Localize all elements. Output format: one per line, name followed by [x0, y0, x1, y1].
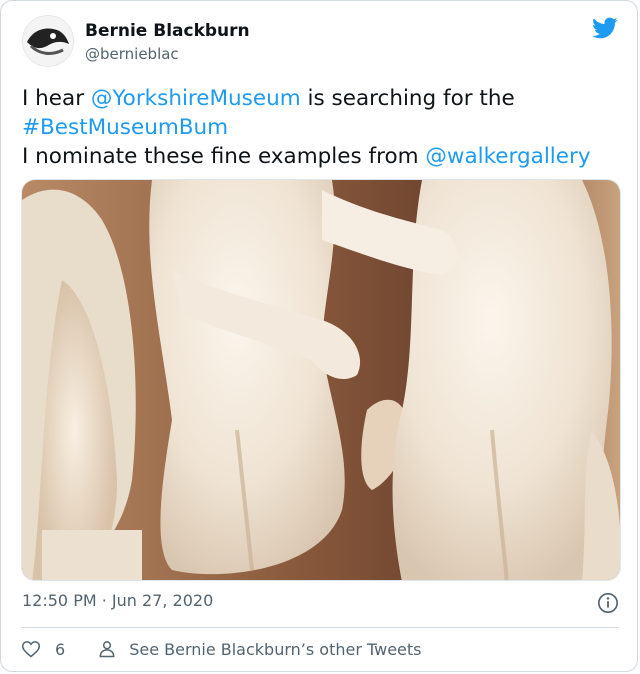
see-more-tweets-link[interactable]: See Bernie Blackburn’s other Tweets: [129, 640, 421, 659]
tweet-photo[interactable]: [21, 179, 621, 581]
tweet-card: Bernie Blackburn @bernieblac I hear @Yor…: [0, 0, 638, 672]
mention-yorkshiremuseum[interactable]: @YorkshireMuseum: [91, 86, 301, 111]
twitter-bird-icon[interactable]: [590, 15, 620, 41]
like-count: 6: [55, 639, 66, 659]
tweet-actions: 6 See Bernie Blackburn’s other Tweets: [21, 637, 422, 661]
tweet-text-segment: is searching for the: [300, 86, 515, 111]
author-handle[interactable]: @bernieblac: [85, 45, 179, 63]
info-icon[interactable]: [597, 592, 619, 614]
person-icon: [99, 641, 115, 658]
tweet-text-segment: I nominate these fine examples from: [22, 144, 426, 169]
tweet-text-segment: I hear: [22, 86, 91, 111]
tweet-timestamp[interactable]: 12:50 PM · Jun 27, 2020: [22, 591, 213, 610]
divider: [21, 627, 619, 628]
heart-icon[interactable]: [21, 639, 41, 659]
hashtag-bestmuseumbum[interactable]: #BestMuseumBum: [22, 115, 228, 140]
tweet-text: I hear @YorkshireMuseum is searching for…: [22, 84, 622, 171]
avatar[interactable]: [22, 15, 74, 67]
mention-walkergallery[interactable]: @walkergallery: [425, 144, 590, 169]
author-name[interactable]: Bernie Blackburn: [85, 21, 250, 41]
